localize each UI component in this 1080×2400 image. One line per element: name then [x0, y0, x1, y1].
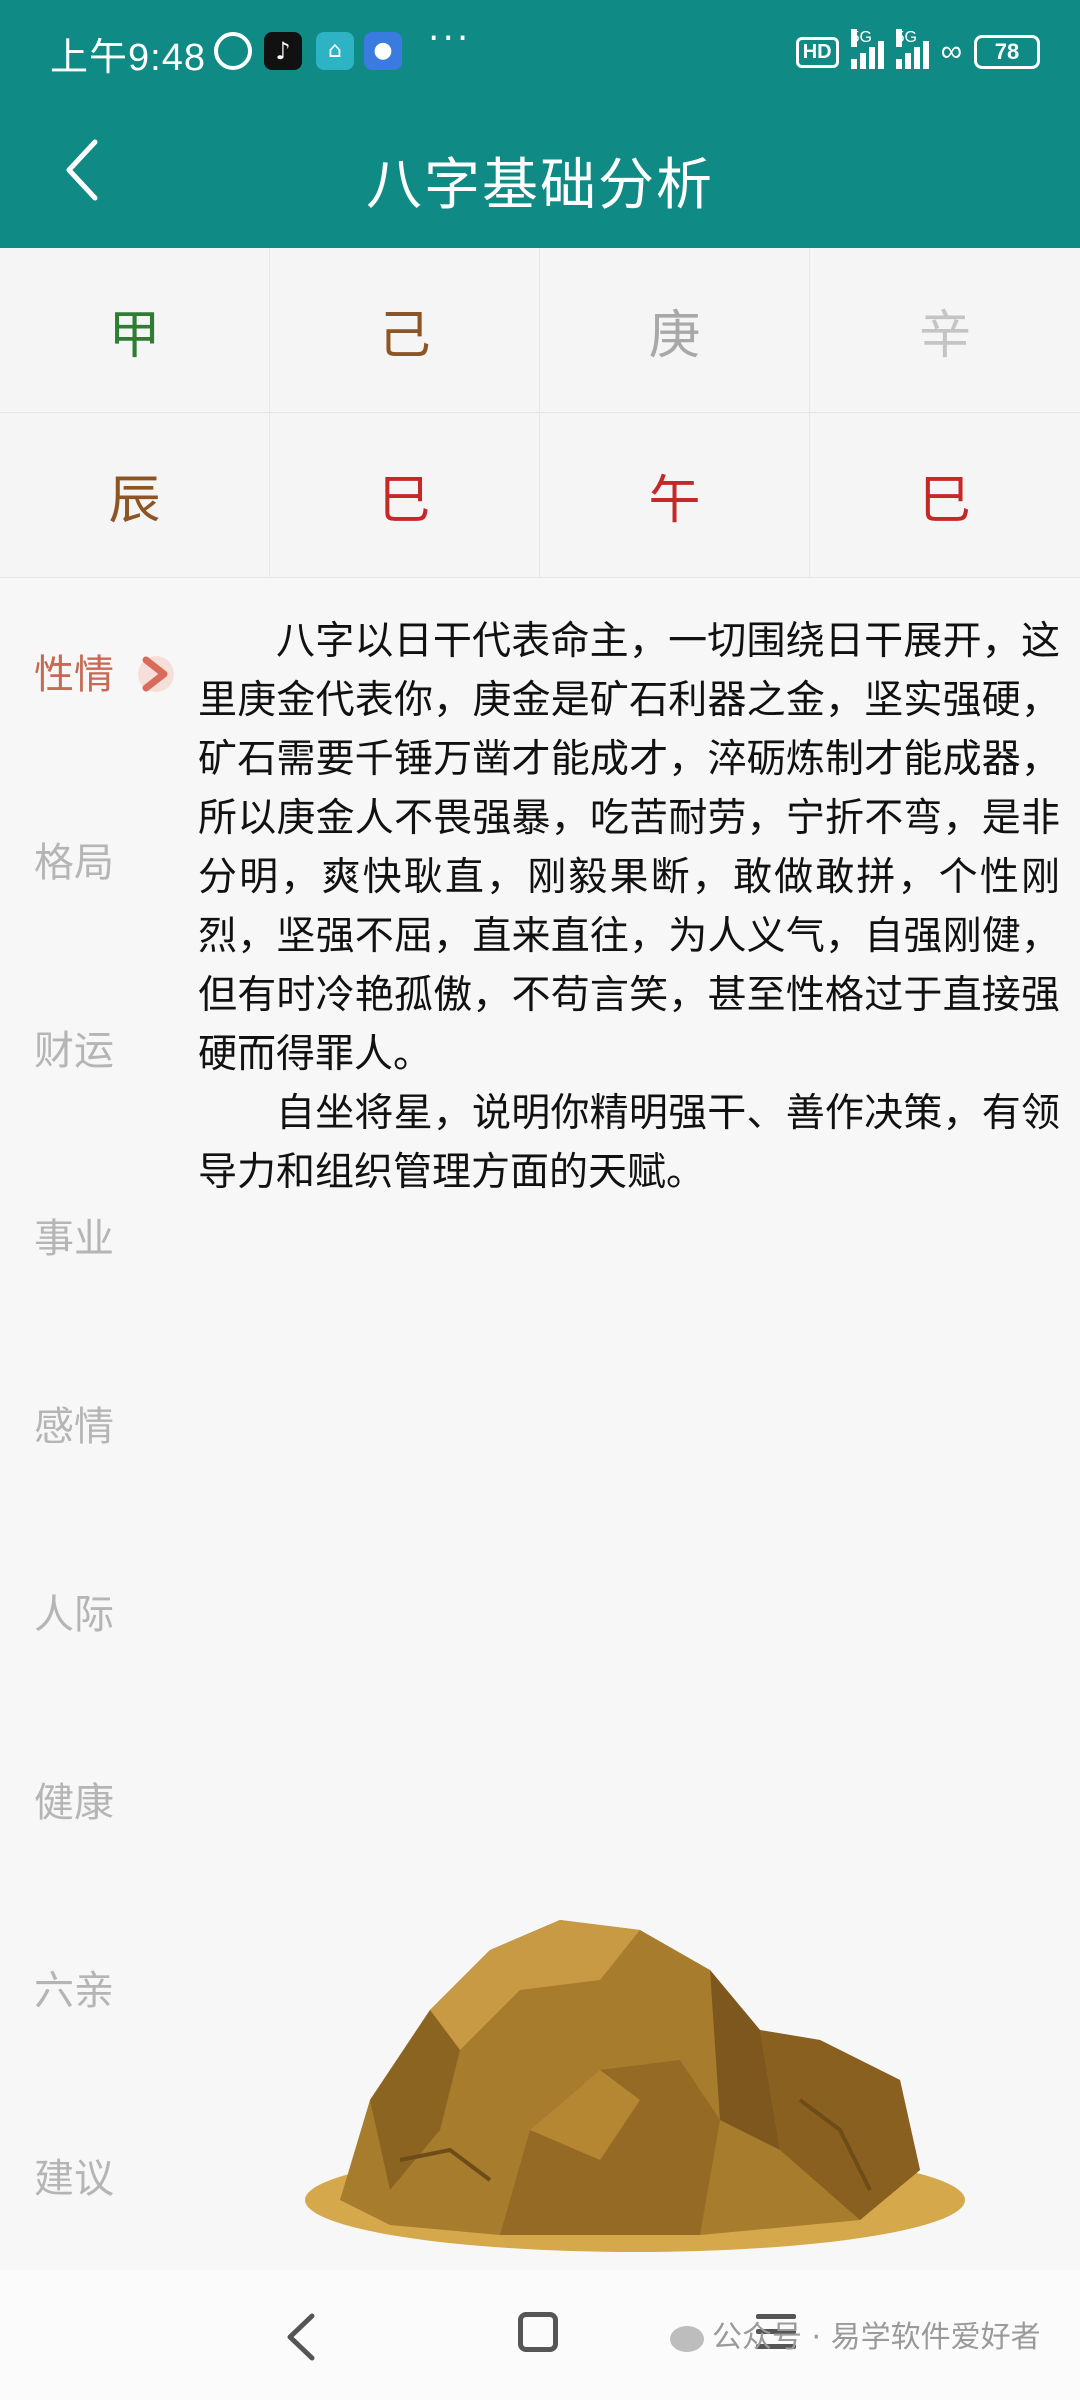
branch-year: 辰 — [0, 413, 270, 578]
nav-back-button[interactable] — [282, 2310, 322, 2364]
stem-day: 庚 — [540, 248, 810, 413]
menu-item-pattern[interactable]: 格局 — [34, 830, 184, 888]
alarm-icon — [214, 32, 252, 70]
signal-icon-2: 5G — [895, 29, 929, 69]
rock-illustration — [305, 1920, 965, 2252]
branch-hour: 巳 — [810, 413, 1080, 578]
user-app-icon: ● — [364, 32, 402, 70]
status-bar: 上午9:48 ♪ ⌂ ● ··· HD 5G 5G ∞ 78 — [0, 0, 1080, 108]
stem-hour: 辛 — [810, 248, 1080, 413]
more-notifications-icon: ··· — [428, 18, 472, 59]
stem-month: 己 — [270, 248, 540, 413]
analysis-text: 八字以日干代表命主，一切围绕日干展开，这里庚金代表你，庚金是矿石利器之金，坚实强… — [198, 612, 1060, 1202]
stem-year: 甲 — [0, 248, 270, 413]
watermark: 公众号 · 易学软件爱好者 — [670, 2312, 1041, 2356]
status-right: HD 5G 5G ∞ 78 — [795, 29, 1040, 74]
status-time: 上午9:48 — [50, 37, 206, 79]
branch-day: 午 — [540, 413, 810, 578]
nav-home-button[interactable] — [518, 2312, 558, 2352]
signal-icon: 5G — [850, 29, 884, 69]
branch-month: 巳 — [270, 413, 540, 578]
menu-item-health[interactable]: 健康 — [34, 1770, 184, 1828]
analysis-menu: 性情 格局 财运 事业 感情 人际 健康 六亲 建议 — [0, 600, 190, 2260]
hd-icon: HD — [795, 36, 839, 68]
menu-item-advice[interactable]: 建议 — [34, 2146, 184, 2204]
battery-icon: 78 — [974, 35, 1040, 69]
home-app-icon: ⌂ — [316, 32, 354, 70]
paragraph: 八字以日干代表命主，一切围绕日干展开，这里庚金代表你，庚金是矿石利器之金，坚实强… — [198, 619, 1060, 1077]
page-title: 八字基础分析 — [366, 153, 714, 218]
paragraph: 自坐将星，说明你精明强干、善作决策，有领导力和组织管理方面的天赋。 — [198, 1091, 1060, 1195]
chevron-right-icon — [138, 656, 174, 692]
menu-item-relations[interactable]: 人际 — [34, 1582, 184, 1640]
bazi-pillars: 甲 己 庚 辛 辰 巳 午 巳 — [0, 248, 1080, 578]
tiktok-icon: ♪ — [264, 32, 302, 70]
app-header: 上午9:48 ♪ ⌂ ● ··· HD 5G 5G ∞ 78 八字基础分析 — [0, 0, 1080, 248]
link-icon: ∞ — [940, 35, 962, 68]
menu-item-career[interactable]: 事业 — [34, 1206, 184, 1264]
menu-item-romance[interactable]: 感情 — [34, 1394, 184, 1452]
menu-item-wealth[interactable]: 财运 — [34, 1018, 184, 1076]
wechat-icon — [670, 2325, 704, 2352]
menu-item-family[interactable]: 六亲 — [34, 1958, 184, 2016]
